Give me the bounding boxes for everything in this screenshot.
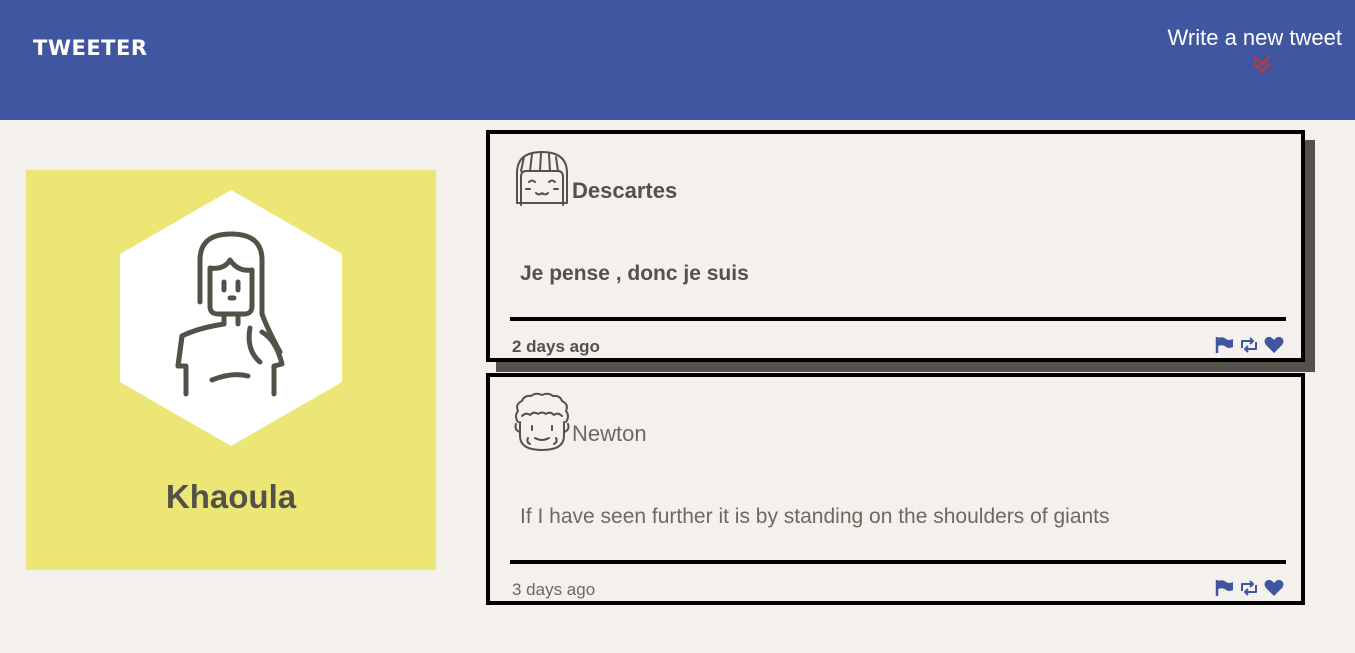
- tweet-text: If I have seen further it is by standing…: [520, 505, 1110, 528]
- tweet-actions: [1214, 579, 1284, 597]
- write-new-tweet-button[interactable]: Write a new tweet: [1168, 25, 1342, 73]
- woman-avatar-icon: [120, 190, 342, 446]
- tweet-card: Descartes Je pense , donc je suis 2 days…: [486, 130, 1305, 362]
- smiling-girl-avatar-icon: [516, 151, 568, 206]
- profile-card: Khaoula: [26, 170, 436, 570]
- tweet-timestamp: 2 days ago: [512, 337, 600, 356]
- tweet-author[interactable]: Descartes: [572, 178, 677, 204]
- write-new-tweet-label[interactable]: Write a new tweet: [1168, 25, 1342, 51]
- tweet-divider: [510, 317, 1286, 321]
- flag-icon[interactable]: [1214, 336, 1234, 354]
- heart-icon[interactable]: [1264, 579, 1284, 597]
- tweet-author[interactable]: Newton: [572, 421, 647, 447]
- tweet-actions: [1214, 336, 1284, 354]
- heart-icon[interactable]: [1264, 336, 1284, 354]
- tweet-divider: [510, 560, 1286, 564]
- retweet-icon[interactable]: [1239, 579, 1259, 597]
- retweet-icon[interactable]: [1239, 336, 1259, 354]
- tweet-timestamp: 3 days ago: [512, 580, 596, 599]
- profile-name: Khaoula: [165, 478, 297, 515]
- double-chevron-down-icon[interactable]: [1251, 54, 1273, 76]
- flag-icon[interactable]: [1214, 579, 1234, 597]
- tweet-card: Newton If I have seen further it is by s…: [486, 373, 1305, 605]
- curly-hair-man-avatar-icon: [514, 392, 570, 451]
- tweet-text: Je pense , donc je suis: [520, 262, 749, 285]
- brand-logo[interactable]: TWEETER: [33, 36, 148, 60]
- top-nav: TWEETER Write a new tweet: [0, 0, 1355, 120]
